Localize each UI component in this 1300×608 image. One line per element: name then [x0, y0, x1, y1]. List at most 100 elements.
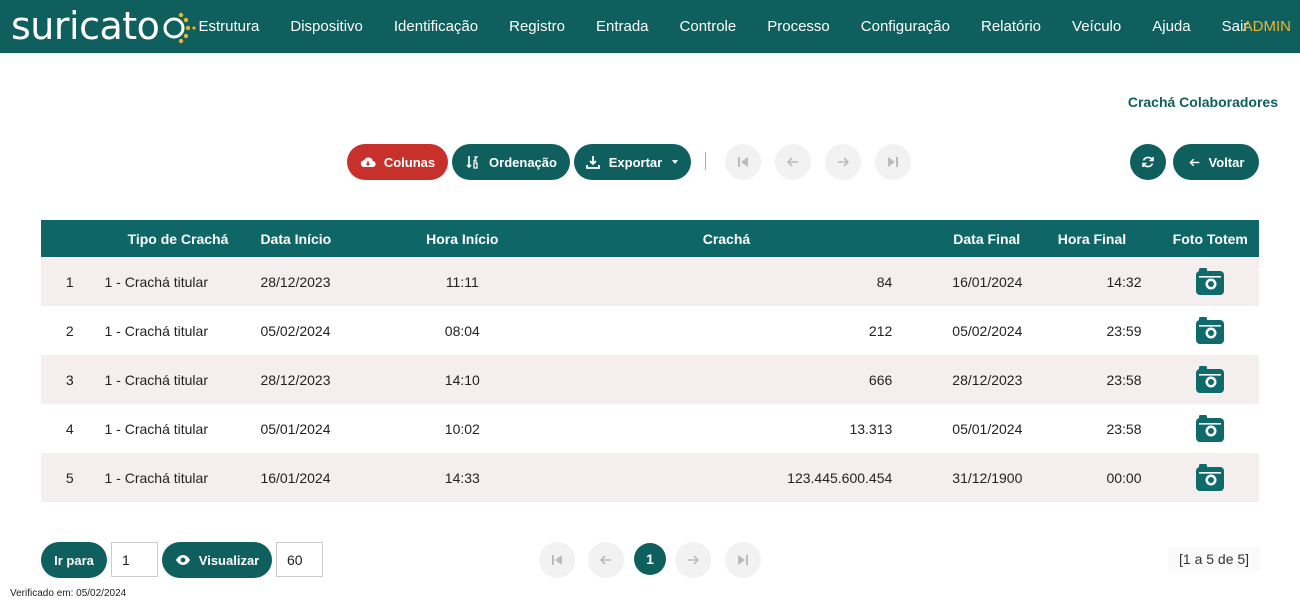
camera-icon[interactable]	[1195, 267, 1225, 296]
cell-hora-final: 23:58	[1022, 355, 1162, 404]
camera-icon[interactable]	[1195, 463, 1225, 492]
menu-veiculo[interactable]: Veículo	[1057, 18, 1137, 35]
cell-data-inicio: 05/02/2024	[257, 306, 373, 355]
cell-data-final: 31/12/1900	[900, 453, 1023, 502]
arrow-right-icon	[688, 555, 700, 565]
table-header-row: Tipo de Crachá Data Início Hora Início C…	[41, 220, 1259, 257]
menu-relatorio[interactable]: Relatório	[966, 18, 1057, 35]
camera-icon[interactable]	[1195, 414, 1225, 443]
cell-data-final: 05/01/2024	[900, 404, 1023, 453]
cell-index: 4	[41, 404, 99, 453]
page-size-input[interactable]: 60	[276, 542, 323, 577]
cell-hora-final: 23:59	[1022, 306, 1162, 355]
table-row[interactable]: 5 1 - Crachá titular 16/01/2024 14:33 12…	[41, 453, 1259, 502]
camera-icon[interactable]	[1195, 365, 1225, 394]
next-page-button-bottom[interactable]	[675, 542, 711, 578]
menu-identificacao[interactable]: Identificação	[378, 18, 493, 35]
cell-data-inicio: 16/01/2024	[257, 453, 373, 502]
header-foto-totem[interactable]: Foto Totem	[1161, 220, 1259, 257]
header-tipo-cracha[interactable]: Tipo de Crachá	[98, 220, 258, 257]
cell-tipo-cracha: 1 - Crachá titular	[98, 453, 258, 502]
menu-ajuda[interactable]: Ajuda	[1137, 18, 1206, 35]
current-page-button[interactable]: 1	[634, 543, 666, 575]
menu-configuracao[interactable]: Configuração	[845, 18, 965, 35]
logo[interactable]: suricato	[11, 4, 199, 48]
refresh-icon	[1142, 156, 1154, 168]
menu-entrada[interactable]: Entrada	[580, 18, 664, 35]
last-page-icon	[888, 157, 898, 167]
first-page-button-bottom[interactable]	[539, 542, 575, 578]
export-dropdown[interactable]: Exportar	[574, 144, 691, 180]
sort-button[interactable]: Ordenação	[452, 144, 570, 180]
cell-hora-inicio: 10:02	[372, 404, 553, 453]
prev-page-button-bottom[interactable]	[588, 542, 624, 578]
menu-processo[interactable]: Processo	[752, 18, 846, 35]
cell-cracha: 123.445.600.454	[552, 453, 901, 502]
arrow-left-icon	[1188, 158, 1199, 166]
cell-foto-totem	[1161, 306, 1259, 355]
table-row[interactable]: 3 1 - Crachá titular 28/12/2023 14:10 66…	[41, 355, 1259, 404]
next-page-button[interactable]	[825, 144, 861, 180]
menu-dispositivo[interactable]: Dispositivo	[275, 18, 379, 35]
header-index[interactable]	[41, 220, 99, 257]
first-page-icon	[738, 157, 748, 167]
cell-tipo-cracha: 1 - Crachá titular	[98, 355, 258, 404]
cell-foto-totem	[1161, 257, 1259, 306]
cell-foto-totem	[1161, 404, 1259, 453]
goto-page-button[interactable]: Ir para	[41, 542, 107, 578]
cell-cracha: 84	[552, 257, 901, 306]
first-page-button[interactable]	[725, 144, 761, 180]
goto-page-input[interactable]: 1	[111, 542, 158, 577]
cell-data-inicio: 05/01/2024	[257, 404, 373, 453]
header-cracha[interactable]: Crachá	[552, 220, 901, 257]
arrow-left-icon	[786, 157, 798, 167]
table-row[interactable]: 2 1 - Crachá titular 05/02/2024 08:04 21…	[41, 306, 1259, 355]
badge-table: Tipo de Crachá Data Início Hora Início C…	[41, 220, 1259, 502]
header-data-final[interactable]: Data Final	[900, 220, 1023, 257]
page-title: Crachá Colaboradores	[1127, 94, 1278, 110]
last-page-icon	[738, 555, 748, 565]
sort-icon	[466, 156, 479, 169]
cell-hora-inicio: 08:04	[372, 306, 553, 355]
cell-hora-final: 14:32	[1022, 257, 1162, 306]
last-page-button-bottom[interactable]	[725, 542, 761, 578]
cell-index: 2	[41, 306, 99, 355]
cell-tipo-cracha: 1 - Crachá titular	[98, 257, 258, 306]
columns-button[interactable]: Colunas	[347, 144, 448, 180]
cell-tipo-cracha: 1 - Crachá titular	[98, 306, 258, 355]
main-menu: Estrutura Dispositivo Identificação Regi…	[183, 0, 1264, 53]
table-row[interactable]: 1 1 - Crachá titular 28/12/2023 11:11 84…	[41, 257, 1259, 306]
prev-page-button[interactable]	[775, 144, 811, 180]
cloud-icon	[360, 157, 376, 168]
header-hora-final[interactable]: Hora Final	[1022, 220, 1162, 257]
export-label: Exportar	[608, 154, 663, 170]
header-data-inicio[interactable]: Data Início	[257, 220, 373, 257]
cell-cracha: 13.313	[552, 404, 901, 453]
arrow-right-icon	[838, 157, 850, 167]
refresh-button[interactable]	[1130, 144, 1166, 180]
logo-text: suricato	[11, 4, 160, 48]
first-page-icon	[552, 555, 562, 565]
menu-estrutura[interactable]: Estrutura	[183, 18, 275, 35]
cell-hora-final: 00:00	[1022, 453, 1162, 502]
goto-label: Ir para	[54, 552, 94, 568]
user-menu[interactable]: ADMIN	[1243, 18, 1291, 35]
arrow-left-icon	[599, 555, 611, 565]
view-label: Visualizar	[198, 552, 260, 568]
menu-controle[interactable]: Controle	[664, 18, 752, 35]
cell-hora-inicio: 14:33	[372, 453, 553, 502]
sort-label: Ordenação	[489, 154, 557, 170]
cell-hora-inicio: 14:10	[372, 355, 553, 404]
header-hora-inicio[interactable]: Hora Início	[372, 220, 553, 257]
view-button[interactable]: Visualizar	[162, 542, 272, 578]
cell-hora-inicio: 11:11	[372, 257, 553, 306]
camera-icon[interactable]	[1195, 316, 1225, 345]
cell-tipo-cracha: 1 - Crachá titular	[98, 404, 258, 453]
cell-hora-final: 23:58	[1022, 404, 1162, 453]
last-page-button[interactable]	[875, 144, 911, 180]
back-button[interactable]: Voltar	[1173, 144, 1259, 180]
verified-date: Verificado em: 05/02/2024	[10, 588, 127, 599]
menu-registro[interactable]: Registro	[494, 18, 581, 35]
table-row[interactable]: 4 1 - Crachá titular 05/01/2024 10:02 13…	[41, 404, 1259, 453]
cell-data-final: 05/02/2024	[900, 306, 1023, 355]
